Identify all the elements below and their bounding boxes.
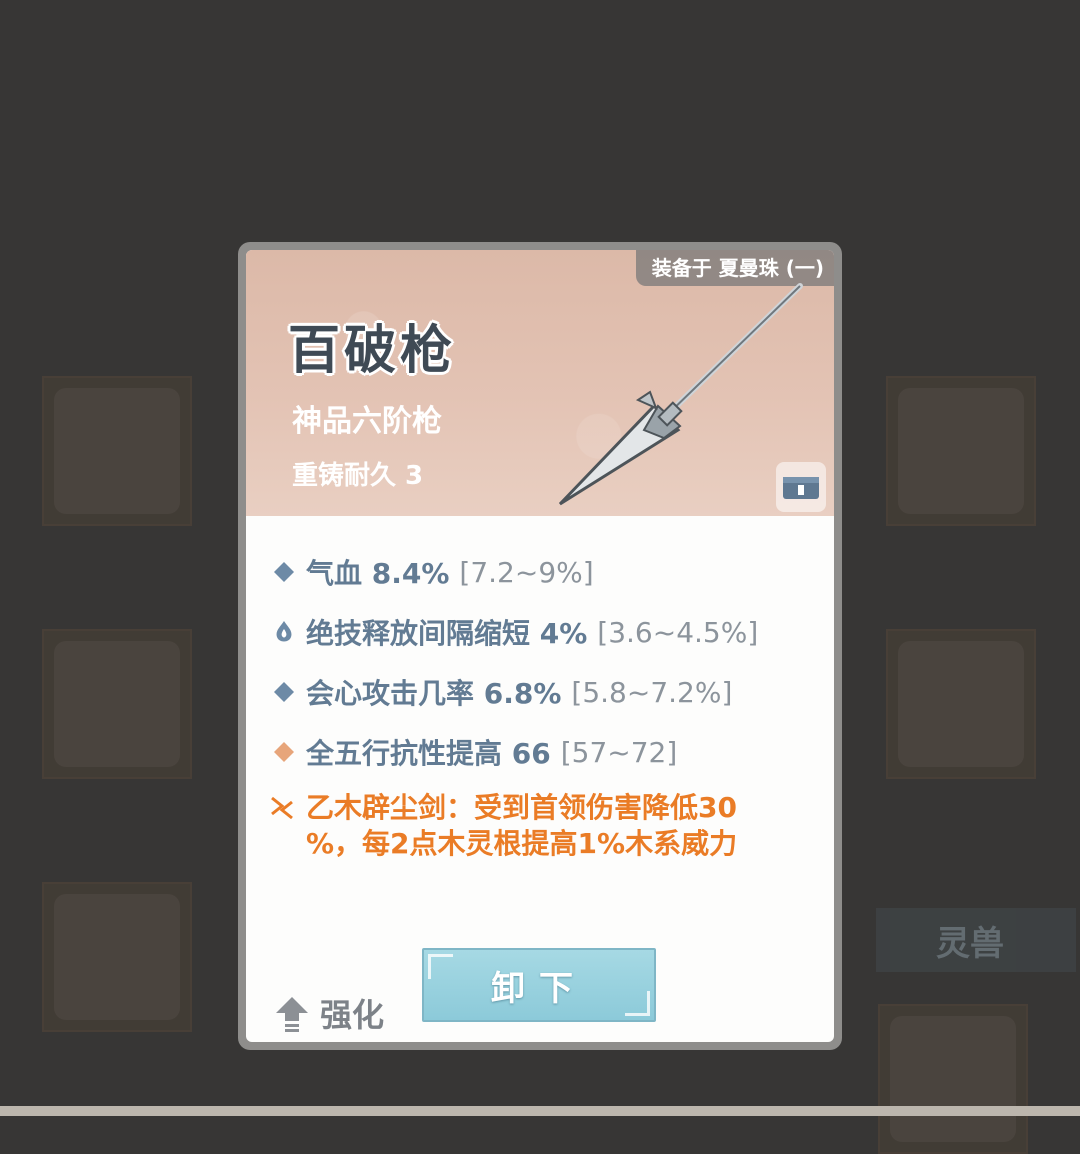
button-corner-ornament	[428, 954, 453, 979]
unequip-label: 卸下	[491, 968, 587, 1009]
stat-range: [7.2~9%]	[459, 555, 594, 589]
orange-diamond-icon	[274, 742, 294, 762]
crossed-zigzag-icon	[271, 796, 293, 820]
item-name: 百破枪	[288, 321, 457, 381]
flame-drop-icon	[276, 621, 292, 642]
stat-row: 气血 8.4% [7.2~9%]	[246, 542, 834, 602]
unequip-button[interactable]: 卸下	[422, 948, 656, 1022]
special-effect: 乙木辟尘剑：受到首领伤害降低30 %，每2点木灵根提高1%木系威力	[246, 790, 834, 862]
bg-equip-slot-weapon	[42, 376, 192, 526]
item-detail-panel: 装备于 夏曼珠 (一) 百破枪 神品六阶枪 重铸耐久 3 气血 8.4% [7.…	[246, 250, 834, 1042]
stat-range: [5.8~7.2%]	[571, 675, 733, 709]
item-grade: 神品六阶枪	[292, 404, 442, 439]
bg-spirit-beast-tab: 灵兽	[876, 908, 1076, 972]
stat-label: 绝技释放间隔缩短 4%	[306, 617, 588, 650]
stat-range: [57~72]	[560, 735, 678, 769]
blue-diamond-icon	[274, 682, 294, 702]
bg-equip-slot-armor	[42, 629, 192, 779]
bg-equip-slot-boots	[42, 882, 192, 1032]
lock-button[interactable]	[776, 462, 826, 512]
bg-equip-slot-medicine	[886, 376, 1036, 526]
stat-label: 气血 8.4%	[306, 557, 450, 590]
item-durability: 重铸耐久 3	[292, 461, 424, 491]
special-effect-line1: 乙木辟尘剑：受到首领伤害降低30	[306, 791, 737, 824]
bg-equip-slot-accessory	[886, 629, 1036, 779]
stat-row: 会心攻击几率 6.8% [5.8~7.2%]	[246, 662, 834, 722]
stat-row: 全五行抗性提高 66 [57~72]	[246, 722, 834, 782]
special-effect-line2: %，每2点木灵根提高1%木系威力	[306, 827, 738, 860]
upgrade-label: 强化	[320, 996, 385, 1034]
stats-list: 气血 8.4% [7.2~9%] 绝技释放间隔缩短 4% [3.6~4.5%] …	[246, 516, 834, 862]
bg-bottom-bar	[0, 1106, 1080, 1116]
upgrade-button[interactable]: 强化	[272, 990, 384, 1036]
stat-row: 绝技释放间隔缩短 4% [3.6~4.5%]	[246, 602, 834, 662]
upgrade-arrow-icon	[276, 997, 308, 1032]
item-detail-modal: 装备于 夏曼珠 (一) 百破枪 神品六阶枪 重铸耐久 3 气血 8.4% [7.…	[238, 242, 842, 1050]
bg-equip-slot-beast	[878, 1004, 1028, 1154]
stat-label: 全五行抗性提高 66	[306, 737, 551, 770]
lock-icon	[783, 477, 819, 499]
blue-diamond-icon	[274, 562, 294, 582]
item-header: 装备于 夏曼珠 (一) 百破枪 神品六阶枪 重铸耐久 3	[246, 250, 834, 516]
stat-range: [3.6~4.5%]	[597, 615, 759, 649]
button-corner-ornament	[625, 991, 650, 1016]
spear-item-image	[558, 283, 803, 506]
stat-label: 会心攻击几率 6.8%	[306, 677, 562, 710]
